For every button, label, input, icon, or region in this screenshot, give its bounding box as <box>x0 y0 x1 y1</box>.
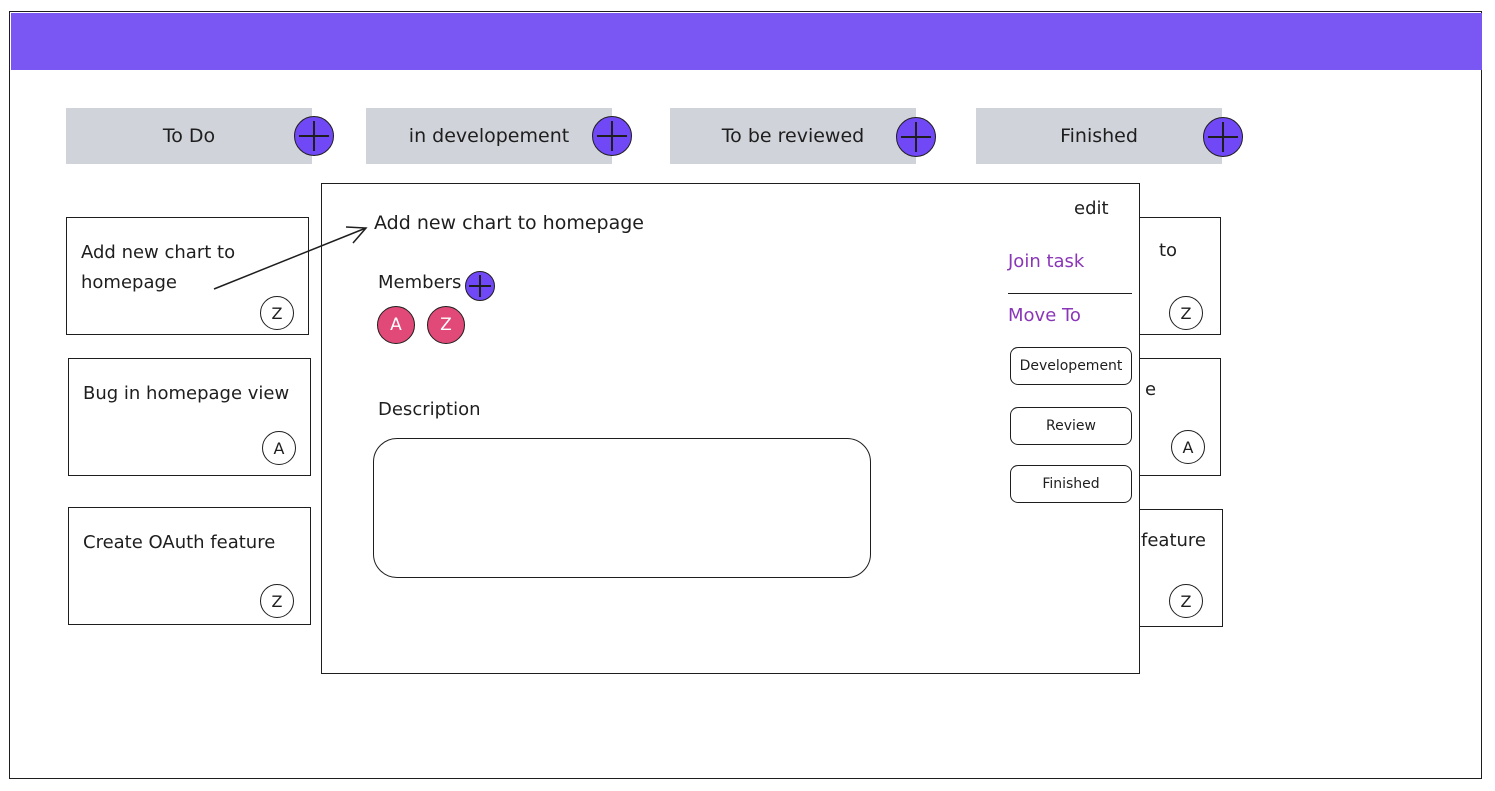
assignee-avatar: Z <box>260 584 294 618</box>
task-card-title: Add new chart to homepage <box>81 242 236 293</box>
member-avatar[interactable]: Z <box>427 306 465 344</box>
join-task-link[interactable]: Join task <box>1008 251 1084 272</box>
task-card[interactable]: Create OAuth feature Z <box>68 507 311 625</box>
assignee-avatar: A <box>262 431 296 465</box>
member-avatar[interactable]: A <box>377 306 415 344</box>
column-header-finished: Finished <box>976 108 1222 164</box>
assignee-avatar: Z <box>1169 584 1203 618</box>
top-header-bar <box>11 13 1482 70</box>
task-card[interactable]: Add new chart to homepage Z <box>66 217 309 335</box>
task-card-title: Bug in homepage view <box>83 383 290 404</box>
move-to-development-button[interactable]: Developement <box>1010 347 1132 385</box>
move-to-review-button[interactable]: Review <box>1010 407 1132 445</box>
add-task-in-development-button[interactable] <box>592 116 632 156</box>
move-to-finished-button[interactable]: Finished <box>1010 465 1132 503</box>
column-header-todo: To Do <box>66 108 312 164</box>
task-card-title: to <box>1159 240 1178 261</box>
column-title: Finished <box>1060 125 1138 147</box>
task-card[interactable]: Bug in homepage view A <box>68 358 311 476</box>
task-detail-modal: Add new chart to homepage edit Members A… <box>321 183 1140 674</box>
divider <box>1008 293 1132 294</box>
description-label: Description <box>378 399 481 420</box>
add-task-to-be-reviewed-button[interactable] <box>896 117 936 157</box>
description-textarea[interactable] <box>373 438 871 578</box>
assignee-avatar: Z <box>260 296 294 330</box>
edit-link[interactable]: edit <box>1074 198 1109 219</box>
column-header-in-development: in developement <box>366 108 612 164</box>
task-card-title: Create OAuth feature <box>83 532 276 553</box>
add-member-button[interactable] <box>465 271 495 301</box>
column-title: To be reviewed <box>721 125 865 147</box>
assignee-avatar: A <box>1171 430 1205 464</box>
column-header-to-be-reviewed: To be reviewed <box>670 108 916 164</box>
task-card-title: feature <box>1141 530 1206 551</box>
add-task-finished-button[interactable] <box>1203 117 1243 157</box>
column-title: in developement <box>408 125 570 147</box>
assignee-avatar: Z <box>1169 296 1203 330</box>
column-title: To Do <box>162 125 216 147</box>
task-detail-title: Add new chart to homepage <box>374 212 644 234</box>
add-task-todo-button[interactable] <box>294 116 334 156</box>
members-label: Members <box>378 272 462 293</box>
task-card-title: e <box>1145 379 1157 400</box>
move-to-label: Move To <box>1008 305 1081 326</box>
